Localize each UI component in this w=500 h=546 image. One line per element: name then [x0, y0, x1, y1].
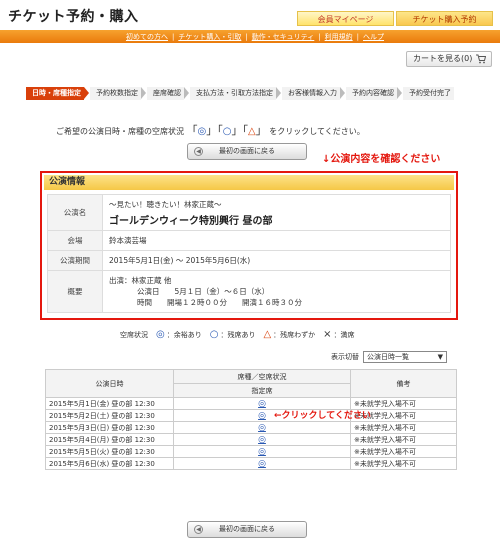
nav-link-beginners[interactable]: 初めての方へ: [122, 32, 172, 42]
row-datetime: 2015年5月4日(月) 昼の部 12:30: [45, 433, 174, 446]
row-datetime: 2015年5月1日(金) 昼の部 12:30: [45, 397, 174, 410]
back-arrow-icon: ◀: [194, 525, 203, 534]
back-arrow-icon: ◀: [194, 147, 203, 156]
nav-bar: 初めての方へ | チケット購入・引取 | 動作・セキュリティ | 利用規約 | ヘルプ: [0, 30, 500, 43]
legend-item: ○ ：残席あり: [209, 329, 256, 340]
step-review: 予約内容確認: [346, 87, 397, 100]
info-table: 公演名 ～見たい！聴きたい！林家正蔵～ ゴールデンウィーク特別興行 昼の部 会場…: [47, 194, 451, 313]
availability-link[interactable]: ◎: [173, 445, 351, 458]
back-button-label: 最初の画面に戻る: [219, 525, 275, 533]
table-row: 2015年5月1日(金) 昼の部 12:30 ◎ ※未就学児入場不可: [45, 397, 457, 410]
table-row: 2015年5月5日(火) 昼の部 12:30 ◎ ※未就学児入場不可: [45, 445, 457, 458]
header: チケット予約・購入 会員マイページ チケット購入予約: [0, 0, 500, 30]
step-arrow: [397, 87, 402, 99]
table-row: 2015年5月2日(土) 昼の部 12:30 ◎ ※未就学児入場不可: [45, 409, 457, 422]
step-arrow: [340, 87, 345, 99]
legend-item: ◎ ：余裕あり: [156, 329, 202, 340]
step-arrow: [276, 87, 281, 99]
performance-name: ゴールデンウィーク特別興行 昼の部: [109, 215, 273, 227]
dropdown-arrow-icon: ▼: [437, 353, 443, 361]
col-header-seat-type: 指定席: [173, 383, 351, 398]
nav-link-terms[interactable]: 利用規約: [321, 32, 357, 42]
display-switch-label: 表示切替: [331, 353, 359, 361]
tab-ticket-purchase[interactable]: チケット購入予約: [396, 11, 493, 26]
table-row: 2015年5月6日(水) 昼の部 12:30 ◎ ※未就学児入場不可: [45, 457, 457, 470]
overview-line: 時間 開場１２時００分 開演１６時３０分: [137, 298, 302, 307]
cart-button-label: カートを見る(0): [413, 54, 473, 63]
instruction-prefix: ご希望の公演日時・席種の空席状況: [56, 127, 184, 136]
row-datetime: 2015年5月6日(水) 昼の部 12:30: [45, 457, 174, 470]
row-datetime: 2015年5月5日(火) 昼の部 12:30: [45, 445, 174, 458]
step-customer-info: お客様情報入力: [282, 87, 340, 100]
info-key-name: 公演名: [47, 194, 103, 231]
display-switch-select[interactable]: 公演日時一覧 ▼: [363, 351, 447, 363]
availability-link[interactable]: ◎: [173, 433, 351, 446]
period-value: 2015年5月1日(金) ～ 2015年5月6日(水): [102, 250, 451, 271]
nav-link-purchase[interactable]: チケット購入・引取: [174, 32, 245, 42]
back-button-label: 最初の画面に戻る: [219, 147, 275, 155]
symbol-available: ○: [222, 126, 232, 137]
venue-value: 鈴本演芸場: [102, 230, 451, 251]
performance-info-box: 公演情報 公演名 ～見たい！聴きたい！林家正蔵～ ゴールデンウィーク特別興行 昼…: [40, 171, 458, 320]
table-row: 2015年5月3日(日) 昼の部 12:30 ◎ ※未就学児入場不可: [45, 421, 457, 434]
row-note: ※未就学児入場不可: [350, 421, 457, 434]
view-cart-button[interactable]: カートを見る(0): [406, 51, 492, 67]
info-key-period: 公演期間: [47, 250, 103, 271]
availability-link[interactable]: ◎: [173, 457, 351, 470]
site-title: チケット予約・購入: [8, 9, 139, 25]
step-seat-confirm: 座席確認: [147, 87, 184, 100]
table-row: 2015年5月4日(月) 昼の部 12:30 ◎ ※未就学児入場不可: [45, 433, 457, 446]
step-quantity: 予約枚数指定: [90, 87, 141, 100]
col-header-seat-status: 席種／空席状況: [173, 369, 351, 384]
col-header-remarks: 備考: [350, 369, 457, 398]
display-switch-value: 公演日時一覧: [367, 353, 409, 361]
step-datetime: 日時・席種指定: [26, 87, 84, 100]
legend-item: × ：満席: [323, 329, 355, 340]
row-note: ※未就学児入場不可: [350, 457, 457, 470]
info-title: 公演情報: [44, 175, 454, 190]
overview-line: 公演日 5月１日（金）～６日（水）: [137, 287, 270, 296]
instruction-suffix: をクリックしてください。: [269, 127, 365, 136]
row-datetime: 2015年5月3日(日) 昼の部 12:30: [45, 421, 174, 434]
legend-item: △ ：残席わずか: [263, 329, 316, 340]
availability-legend: 空席状況 ◎ ：余裕あり ○ ：残席あり △ ：残席わずか × ：満席: [120, 329, 363, 340]
info-key-venue: 会場: [47, 230, 103, 251]
instruction-text: ご希望の公演日時・席種の空席状況 「◎」「○」「△」 をクリックしてください。: [56, 124, 365, 137]
tab-member-mypage[interactable]: 会員マイページ: [297, 11, 394, 26]
schedule-table: 公演日時 席種／空席状況 備考 指定席 2015年5月1日(金) 昼の部 12:…: [45, 369, 457, 470]
performance-subtitle: ～見たい！聴きたい！林家正蔵～: [109, 199, 222, 209]
top-tabs: 会員マイページ チケット購入予約: [297, 11, 493, 26]
symbol-few: △: [248, 126, 256, 137]
col-header-datetime: 公演日時: [45, 369, 174, 398]
step-arrow: [84, 87, 89, 99]
row-note: ※未就学児入場不可: [350, 445, 457, 458]
legend-label: 空席状況: [120, 330, 148, 339]
step-complete: 予約受付完了: [403, 87, 454, 100]
display-switch: 表示切替 公演日時一覧 ▼: [331, 351, 447, 363]
nav-link-help[interactable]: ヘルプ: [359, 32, 388, 42]
step-payment: 支払方法・引取方法指定: [190, 87, 276, 100]
overview-line: 出演：林家正蔵 他: [109, 276, 172, 285]
cart-icon: [476, 54, 486, 64]
annotation-confirm: ↓公演内容を確認ください: [322, 154, 441, 165]
nav-link-security[interactable]: 動作・セキュリティ: [248, 32, 319, 42]
step-arrow: [184, 87, 189, 99]
back-to-start-button-bottom[interactable]: ◀ 最初の画面に戻る: [187, 521, 307, 538]
progress-steps: 日時・席種指定 予約枚数指定 座席確認 支払方法・引取方法指定 お客様情報入力 …: [26, 87, 470, 100]
symbol-plenty: ◎: [197, 126, 207, 137]
row-note: ※未就学児入場不可: [350, 433, 457, 446]
annotation-click: ←クリックしてください: [274, 411, 372, 421]
info-key-overview: 概要: [47, 270, 103, 313]
back-to-start-button[interactable]: ◀ 最初の画面に戻る: [187, 143, 307, 160]
row-datetime: 2015年5月2日(土) 昼の部 12:30: [45, 409, 174, 422]
availability-link[interactable]: ◎: [173, 421, 351, 434]
step-arrow: [141, 87, 146, 99]
